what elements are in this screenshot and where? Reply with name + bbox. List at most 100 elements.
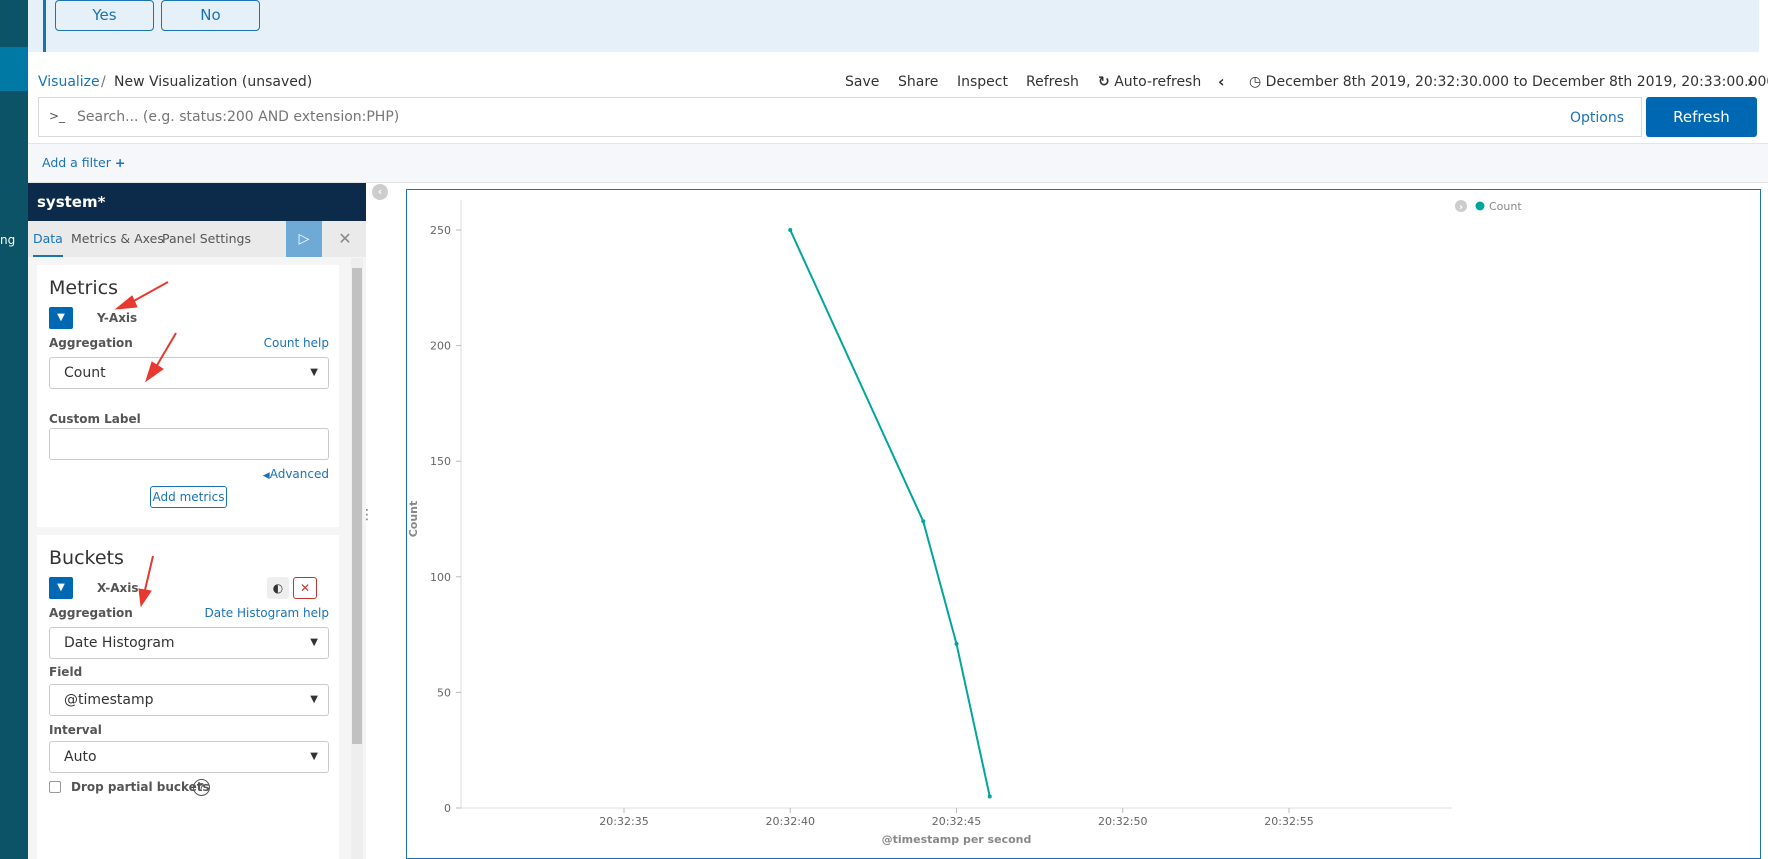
refresh-link[interactable]: Refresh (1026, 74, 1079, 90)
caret-down-icon: ▼ (310, 751, 318, 762)
metrics-heading: Metrics (49, 277, 118, 299)
legend-swatch (1475, 201, 1485, 211)
buckets-aggregation-label: Aggregation (49, 606, 133, 620)
help-question-icon[interactable]: ? (193, 779, 210, 796)
metrics-panel: Metrics ▼ Y-Axis Aggregation Count help … (37, 265, 339, 527)
buckets-aggregation-select[interactable]: Date Histogram ▼ (49, 627, 329, 659)
confirm-banner: Yes No (28, 0, 1759, 52)
y-tick-label: 0 (444, 802, 451, 815)
time-picker[interactable]: ◷ December 8th 2019, 20:32:30.000 to Dec… (1249, 74, 1768, 90)
inspect-button[interactable]: Inspect (957, 74, 1008, 90)
tab-panel-settings[interactable]: Panel Settings (162, 221, 251, 257)
metrics-aggregation-select[interactable]: Count ▼ (49, 357, 329, 389)
collapse-sidebar-icon[interactable]: ‹ (372, 184, 388, 200)
y-tick-label: 200 (430, 340, 451, 353)
legend-chevron-icon: › (1459, 202, 1463, 213)
advanced-label: Advanced (269, 467, 329, 481)
add-filter-button[interactable]: Add a filter + (42, 155, 125, 170)
field-label: Field (49, 665, 83, 679)
data-point[interactable] (954, 641, 959, 646)
nav-item-label[interactable]: ng (0, 233, 15, 247)
add-metrics-button[interactable]: Add metrics (150, 486, 227, 508)
data-point[interactable] (987, 794, 992, 799)
interval-select[interactable]: Auto ▼ (49, 741, 329, 773)
resize-handle-icon[interactable]: ⋮ (360, 507, 374, 523)
sidebar-scrollbar[interactable] (351, 258, 363, 859)
breadcrumb-visualize[interactable]: Visualize (38, 74, 100, 90)
editor-sidebar: system* Data Metrics & Axes Panel Settin… (28, 183, 366, 859)
y-tick-label: 50 (437, 686, 451, 699)
no-button[interactable]: No (161, 0, 260, 31)
auto-refresh-label: Auto-refresh (1114, 74, 1202, 90)
drop-partial-checkbox[interactable] (49, 781, 61, 793)
legend-label[interactable]: Count (1489, 200, 1522, 213)
count-help-link[interactable]: Count help (264, 336, 329, 350)
chart-legend: › Count (1455, 200, 1522, 213)
plus-icon: + (114, 155, 126, 170)
nav-item-active[interactable] (0, 47, 28, 91)
remove-aggregation-icon[interactable]: ✕ (293, 577, 317, 599)
y-axis-agg-name: Y-Axis (97, 311, 138, 325)
time-back-chevron-icon[interactable]: ‹ (1218, 72, 1225, 91)
filter-bar: Add a filter + (28, 143, 1768, 183)
query-prompt-icon: >_ (49, 109, 66, 123)
save-button[interactable]: Save (845, 74, 879, 90)
data-point[interactable] (788, 228, 793, 232)
refresh-cycle-icon: ↻ (1098, 74, 1110, 90)
y-tick-label: 250 (430, 224, 451, 237)
discard-close-icon[interactable]: ✕ (333, 221, 357, 257)
buckets-panel: Buckets ▼ X-Axis ◐ ✕ Aggregation Date Hi… (37, 535, 339, 859)
time-range-text: December 8th 2019, 20:32:30.000 to Decem… (1265, 74, 1768, 90)
x-tick-label: 20:32:45 (932, 815, 981, 828)
apply-changes-play-icon[interactable]: ▷ (286, 221, 322, 257)
buckets-heading: Buckets (49, 547, 124, 569)
x-axis-title: @timestamp per second (882, 833, 1032, 846)
line-chart: 0 50 100 150 200 250 20:32:35 20:32:40 20:32:45 2… (407, 200, 1522, 846)
interval-label: Interval (49, 723, 102, 737)
query-bar: >_ Options (38, 97, 1642, 137)
caret-down-icon: ▼ (310, 637, 318, 648)
x-axis-toggle-chevron-icon[interactable]: ▼ (49, 577, 73, 599)
chart-panel: 0 50 100 150 200 250 20:32:35 20:32:40 20:32:45 2… (406, 189, 1761, 859)
yes-button[interactable]: Yes (55, 0, 154, 31)
metrics-aggregation-value: Count (64, 365, 106, 381)
y-tick-label: 150 (430, 455, 451, 468)
data-point[interactable] (921, 519, 926, 524)
x-tick-label: 20:32:55 (1264, 815, 1313, 828)
toggle-aggregation-icon[interactable]: ◐ (267, 577, 289, 599)
tab-metrics-axes[interactable]: Metrics & Axes (71, 221, 164, 257)
kibana-side-nav: ng (0, 0, 28, 859)
buckets-aggregation-value: Date Histogram (64, 635, 175, 651)
add-filter-label: Add a filter (42, 155, 111, 170)
x-tick-label: 20:32:50 (1098, 815, 1147, 828)
x-tick-label: 20:32:35 (599, 815, 648, 828)
caret-left-icon: ◀ (262, 471, 270, 481)
banner-accent-rule (43, 0, 46, 52)
date-histogram-help-link[interactable]: Date Histogram help (205, 606, 330, 620)
y-tick-label: 100 (430, 571, 451, 584)
auto-refresh-button[interactable]: ↻ Auto-refresh (1098, 74, 1201, 90)
refresh-button[interactable]: Refresh (1646, 97, 1757, 137)
interval-value: Auto (64, 749, 97, 765)
scrollbar-thumb[interactable] (352, 268, 362, 744)
y-axis-toggle-chevron-icon[interactable]: ▼ (49, 307, 73, 329)
field-select[interactable]: @timestamp ▼ (49, 684, 329, 716)
time-forward-chevron-icon[interactable]: › (1747, 72, 1754, 91)
series-line-count (789, 229, 991, 797)
clock-icon: ◷ (1249, 74, 1262, 90)
search-input[interactable] (77, 104, 1577, 130)
custom-label-input[interactable] (49, 428, 329, 460)
drop-partial-label: Drop partial buckets (71, 780, 210, 794)
field-value: @timestamp (64, 692, 154, 708)
advanced-toggle[interactable]: ◀Advanced (263, 467, 329, 481)
caret-down-icon: ▼ (310, 367, 318, 378)
x-axis-agg-name: X-Axis (97, 581, 139, 595)
options-button[interactable]: Options (1570, 110, 1624, 126)
tab-data[interactable]: Data (33, 221, 63, 257)
share-button[interactable]: Share (898, 74, 938, 90)
custom-label-label: Custom Label (49, 412, 141, 426)
x-tick-label: 20:32:40 (766, 815, 815, 828)
metrics-aggregation-label: Aggregation (49, 336, 133, 350)
breadcrumb-separator: / (101, 74, 106, 90)
page-title: New Visualization (unsaved) (114, 74, 313, 90)
